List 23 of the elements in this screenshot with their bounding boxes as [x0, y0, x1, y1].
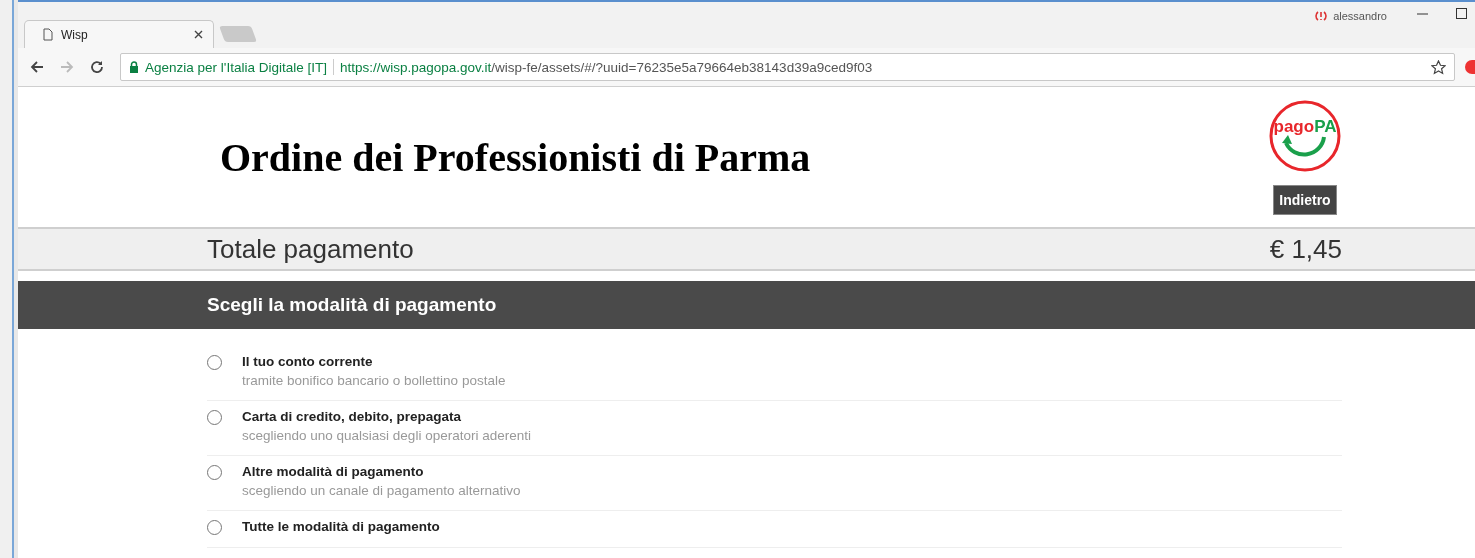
- option-title[interactable]: Carta di credito, debito, prepagata: [242, 409, 531, 424]
- section-header: Scegli la modalità di pagamento: [18, 281, 1475, 329]
- close-icon[interactable]: [194, 30, 203, 39]
- address-bar[interactable]: Agenzia per l'Italia Digitale [IT] https://wisp.pagopa.gov.it/wisp-fe/assets/#/?uuid=76235e5a79664eb38143d39a9ced9f03: [120, 53, 1455, 81]
- extension-icon[interactable]: [1465, 60, 1475, 74]
- lock-icon: [129, 61, 139, 73]
- browser-tab[interactable]: Wisp: [24, 20, 214, 48]
- profile-name[interactable]: alessandro: [1333, 10, 1387, 22]
- sync-error-icon: [1315, 10, 1328, 22]
- option-title[interactable]: Il tuo conto corrente: [242, 354, 506, 369]
- option-description: scegliendo uno qualsiasi degli operatori aderenti: [242, 428, 531, 443]
- page-title: Ordine dei Professionisti di Parma: [220, 133, 812, 181]
- total-amount: € 1,45: [1269, 233, 1342, 265]
- option-description: scegliendo un canale di pagamento alternativo: [242, 483, 521, 498]
- option-description: tramite bonifico bancario o bollettino postale: [242, 373, 506, 388]
- option-title[interactable]: Tutte le modalità di pagamento: [242, 519, 440, 534]
- star-icon[interactable]: [1431, 59, 1446, 75]
- pagopa-logo: pagoPA: [1268, 99, 1342, 173]
- total-label: Totale pagamento: [207, 233, 415, 265]
- back-button[interactable]: Indietro: [1273, 185, 1337, 215]
- maximize-icon[interactable]: [1456, 8, 1467, 19]
- document-icon: [43, 28, 53, 41]
- option-title[interactable]: Altre modalità di pagamento: [242, 464, 521, 479]
